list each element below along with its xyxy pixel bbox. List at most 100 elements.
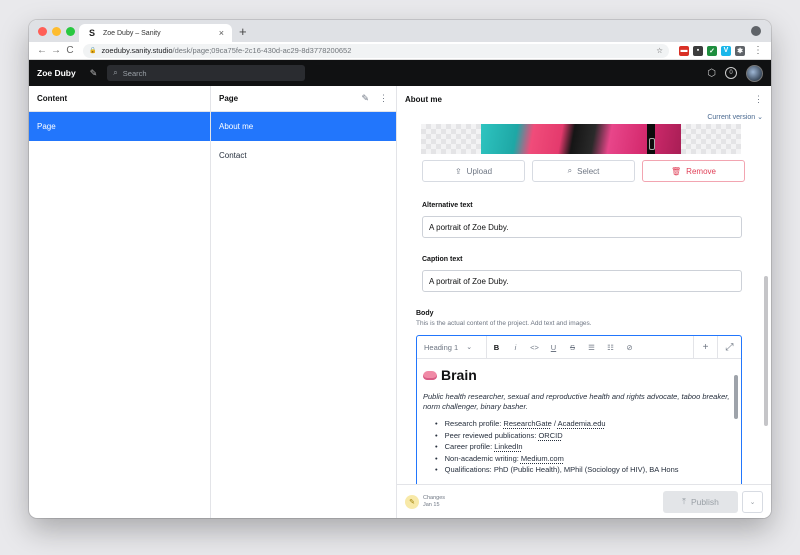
body-intro: Public health researcher, sexual and rep… bbox=[423, 392, 730, 411]
reload-button[interactable]: C bbox=[63, 45, 77, 56]
body-description: This is the actual content of the projec… bbox=[416, 320, 592, 327]
upload-button[interactable]: ⇪ Upload bbox=[422, 160, 525, 182]
caption-input[interactable]: A portrait of Zoe Duby. bbox=[422, 270, 742, 292]
ext-vimeo-icon[interactable]: V bbox=[721, 45, 731, 56]
url-input[interactable]: 🔒 zoeduby.sanity.studio/desk/page;09ca75… bbox=[83, 43, 669, 58]
document-form: ⇪ Upload ⌕ Select 🗑 Remove Alternative text… bbox=[397, 124, 757, 484]
body-editor[interactable]: Heading 1 ⌄ B i <> U S ☰ ☷ ⊘ + ⤢ Brain P… bbox=[416, 335, 742, 484]
address-bar: ← → C 🔒 zoeduby.sanity.studio/desk/page;… bbox=[29, 42, 771, 60]
bullet-list-button[interactable]: ☰ bbox=[582, 343, 601, 352]
new-tab-button[interactable]: + bbox=[239, 24, 247, 39]
browser-profile-icon[interactable] bbox=[751, 26, 761, 36]
alt-text-input[interactable]: A portrait of Zoe Duby. bbox=[422, 216, 742, 238]
link-button[interactable]: ⊘ bbox=[620, 343, 639, 352]
body-list: Research profile: ResearchGate / Academi… bbox=[423, 418, 735, 476]
studio-brand[interactable]: Zoe Duby bbox=[37, 68, 76, 78]
select-button[interactable]: ⌕ Select bbox=[532, 160, 635, 182]
browser-menu-icon[interactable]: ⋮ bbox=[751, 45, 765, 56]
editor-toolbar: Heading 1 ⌄ B i <> U S ☰ ☷ ⊘ + ⤢ bbox=[417, 336, 741, 359]
body-link[interactable]: LinkedIn bbox=[494, 442, 522, 451]
list-item: Peer reviewed publications: ORCID bbox=[435, 430, 735, 442]
publish-button[interactable]: ⤒ Publish bbox=[663, 490, 738, 513]
bookmark-star-icon[interactable]: ☆ bbox=[656, 46, 663, 55]
ext-dark-icon[interactable]: ▪ bbox=[693, 45, 703, 56]
back-button[interactable]: ← bbox=[35, 45, 49, 56]
document-pane: About me ⋮ Current version ⌄ ⇪ Upload ⌕ Se… bbox=[397, 86, 771, 518]
search-input[interactable]: ⌕ Search bbox=[107, 65, 306, 81]
block-style-select[interactable]: Heading 1 ⌄ bbox=[417, 336, 487, 358]
list-item: Non-academic writing: Medium.com bbox=[435, 453, 735, 465]
list-item-about-me[interactable]: About me bbox=[211, 112, 396, 141]
document-footer: ✎ Changes Jan 15 ⤒ Publish ⌄ bbox=[397, 484, 771, 518]
body-link[interactable]: Academia.edu bbox=[558, 419, 606, 428]
menu-icon[interactable]: ⋮ bbox=[754, 94, 763, 105]
document-title: About me bbox=[405, 94, 442, 104]
close-window-button[interactable] bbox=[38, 27, 47, 36]
editor-scrollbar[interactable] bbox=[734, 375, 738, 419]
trash-icon: 🗑 bbox=[671, 166, 682, 176]
publish-icon: ⤒ bbox=[682, 496, 686, 506]
upload-icon: ⇪ bbox=[454, 166, 462, 176]
search-placeholder: Search bbox=[122, 68, 147, 78]
tab-close-icon[interactable]: × bbox=[219, 28, 224, 38]
menu-icon[interactable]: ⋮ bbox=[379, 93, 388, 104]
body-label: Body bbox=[416, 310, 434, 317]
image-preview bbox=[421, 124, 741, 154]
brain-icon bbox=[423, 370, 437, 380]
list-item: Career profile: LinkedIn bbox=[435, 441, 735, 453]
changes-button[interactable]: ✎ Changes Jan 15 bbox=[405, 494, 446, 509]
search-icon: ⌕ bbox=[113, 68, 118, 77]
list-item: Research profile: ResearchGate / Academi… bbox=[435, 418, 735, 430]
caption-label: Caption text bbox=[422, 256, 463, 263]
browser-tab[interactable]: S Zoe Duby – Sanity × bbox=[79, 24, 232, 42]
ext-green-icon[interactable]: ✓ bbox=[707, 45, 717, 56]
package-icon[interactable]: ⬡ bbox=[707, 68, 716, 79]
ext-puzzle-icon[interactable]: ✱ bbox=[735, 45, 745, 56]
version-select[interactable]: Current version ⌄ bbox=[707, 113, 763, 121]
document-scrollbar[interactable] bbox=[764, 276, 768, 426]
user-avatar[interactable] bbox=[746, 64, 763, 82]
extensions-bar: ▬ ▪ ✓ V ✱ bbox=[675, 45, 745, 56]
italic-button[interactable]: i bbox=[506, 343, 525, 352]
pane-title-page: Page bbox=[219, 94, 239, 103]
forward-button[interactable]: → bbox=[49, 45, 63, 56]
portrait-photo bbox=[481, 124, 681, 154]
studio-navbar: Zoe Duby ✎ ⌕ Search ⬡ 0 bbox=[29, 60, 771, 86]
pane-title-content: Content bbox=[37, 94, 68, 103]
remove-button[interactable]: 🗑 Remove bbox=[642, 160, 745, 182]
list-item: Qualifications: PhD (Public Health), MPh… bbox=[435, 464, 735, 476]
changes-date: Jan 15 bbox=[423, 501, 440, 508]
tab-bar: S Zoe Duby – Sanity × + bbox=[29, 20, 771, 42]
page-pane: Page ✎ ⋮ About me Contact bbox=[211, 86, 397, 518]
alt-text-label: Alternative text bbox=[422, 202, 473, 209]
tab-title: Zoe Duby – Sanity bbox=[103, 29, 161, 37]
content-pane: Content Page bbox=[29, 86, 211, 518]
list-item-contact[interactable]: Contact bbox=[211, 141, 396, 170]
publish-menu-button[interactable]: ⌄ bbox=[742, 490, 763, 513]
bold-button[interactable]: B bbox=[487, 343, 506, 352]
chevron-down-icon: ⌄ bbox=[466, 344, 473, 351]
code-button[interactable]: <> bbox=[525, 343, 544, 352]
search-icon: ⌕ bbox=[567, 166, 573, 175]
expand-icon[interactable]: ⤢ bbox=[717, 336, 741, 358]
sanity-favicon-icon: S bbox=[88, 28, 95, 38]
lock-icon: 🔒 bbox=[89, 48, 97, 54]
maximize-window-button[interactable] bbox=[66, 27, 75, 36]
ext-red-icon[interactable]: ▬ bbox=[679, 45, 689, 56]
notification-badge[interactable]: 0 bbox=[725, 67, 737, 79]
editor-content[interactable]: Brain Public health researcher, sexual a… bbox=[417, 359, 741, 476]
underline-button[interactable]: U bbox=[544, 343, 563, 352]
pencil-icon: ✎ bbox=[405, 494, 419, 509]
minimize-window-button[interactable] bbox=[52, 27, 61, 36]
body-link[interactable]: ResearchGate bbox=[503, 419, 551, 428]
list-item-page[interactable]: Page bbox=[29, 112, 210, 141]
body-link[interactable]: ORCID bbox=[538, 431, 562, 440]
url-path: /desk/page;09ca75fe-2c16-430d-ac29-8d377… bbox=[172, 46, 352, 55]
strikethrough-button[interactable]: S bbox=[563, 343, 582, 352]
compose-icon[interactable]: ✎ bbox=[90, 68, 98, 79]
numbered-list-button[interactable]: ☷ bbox=[601, 343, 620, 352]
compose-icon[interactable]: ✎ bbox=[361, 93, 369, 104]
changes-label: Changes bbox=[423, 494, 446, 501]
insert-button[interactable]: + bbox=[693, 336, 717, 358]
body-link[interactable]: Medium.com bbox=[521, 454, 564, 463]
